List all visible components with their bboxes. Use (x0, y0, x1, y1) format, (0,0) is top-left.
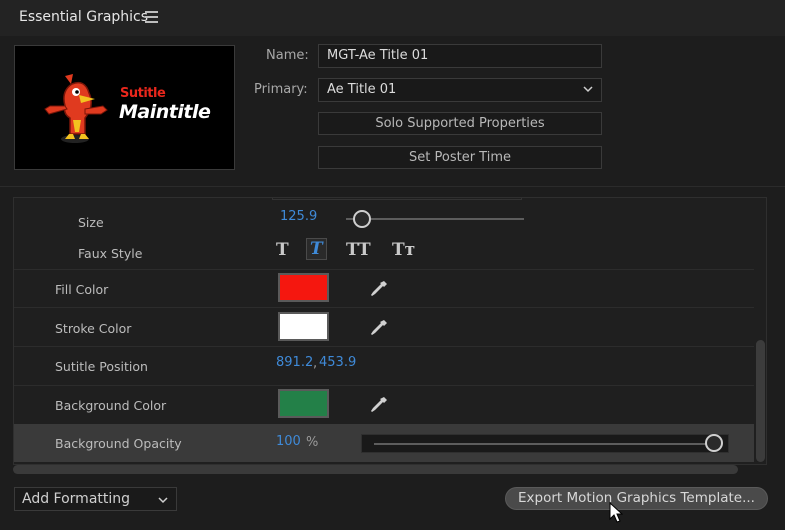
primary-value: Ae Title 01 (327, 82, 397, 97)
row-divider (14, 346, 754, 347)
horizontal-scrollbar[interactable] (13, 465, 738, 474)
size-slider-knob[interactable] (353, 210, 372, 228)
row-divider (14, 385, 754, 386)
opacity-slider-track[interactable] (374, 443, 714, 445)
template-thumbnail: Sutitle Maintitle (14, 45, 235, 170)
hamburger-menu-icon[interactable] (145, 11, 158, 23)
clipped-row (272, 198, 522, 200)
background-opacity-slider[interactable] (361, 434, 729, 453)
thumbnail-maintitle: Maintitle (119, 101, 211, 123)
eyedropper-icon[interactable] (369, 318, 389, 338)
vertical-scrollbar[interactable] (756, 340, 765, 462)
panel-header: Essential Graphics (0, 0, 785, 36)
position-x-value[interactable]: 891.2 (276, 355, 313, 370)
primary-dropdown[interactable]: Ae Title 01 (318, 78, 602, 102)
size-label: Size (78, 215, 104, 230)
eyedropper-icon[interactable] (369, 279, 389, 299)
background-opacity-row[interactable]: Background Opacity 100 % (14, 424, 754, 462)
row-divider (14, 307, 754, 308)
background-color-swatch[interactable] (278, 389, 329, 418)
size-slider-track[interactable] (346, 218, 524, 220)
properties-list: Size 125.9 Faux Style T T TT Tт Fill Col… (13, 197, 767, 465)
background-opacity-unit: % (306, 435, 319, 450)
eyedropper-icon[interactable] (369, 395, 389, 415)
sutitle-position-label: Sutitle Position (55, 359, 148, 374)
faux-bold-button[interactable]: T (276, 240, 289, 260)
faux-smallcaps-button[interactable]: Tт (392, 240, 415, 260)
name-field[interactable]: MGT-Ae Title 01 (318, 44, 602, 68)
chevron-down-icon (158, 497, 168, 504)
faux-italic-button[interactable]: T (306, 238, 327, 260)
background-color-label: Background Color (55, 398, 167, 413)
export-motion-graphics-template-button[interactable]: Export Motion Graphics Template... (505, 487, 768, 510)
position-separator: , (313, 356, 318, 371)
panel-title: Essential Graphics (19, 9, 149, 25)
add-formatting-dropdown[interactable]: Add Formatting (14, 487, 177, 511)
stroke-color-swatch[interactable] (278, 312, 329, 341)
chevron-down-icon (583, 86, 593, 93)
faux-style-label: Faux Style (78, 246, 143, 261)
fill-color-swatch[interactable] (278, 273, 329, 302)
background-opacity-label: Background Opacity (55, 436, 182, 451)
divider (0, 186, 785, 187)
row-divider (14, 269, 754, 270)
mouse-cursor-icon (609, 502, 623, 523)
opacity-slider-knob[interactable] (705, 434, 723, 452)
add-formatting-label: Add Formatting (22, 491, 131, 507)
background-opacity-value[interactable]: 100 (276, 434, 301, 449)
primary-label: Primary: (254, 82, 308, 97)
faux-allcaps-button[interactable]: TT (346, 240, 371, 260)
fill-color-label: Fill Color (55, 282, 109, 297)
solo-supported-properties-button[interactable]: Solo Supported Properties (318, 112, 602, 135)
set-poster-time-button[interactable]: Set Poster Time (318, 146, 602, 169)
position-y-value[interactable]: 453.9 (319, 355, 356, 370)
size-value[interactable]: 125.9 (280, 209, 317, 224)
name-label: Name: (266, 48, 309, 63)
thumbnail-subtitle: Sutitle (120, 86, 166, 101)
stroke-color-label: Stroke Color (55, 321, 132, 336)
name-value: MGT-Ae Title 01 (327, 48, 429, 63)
